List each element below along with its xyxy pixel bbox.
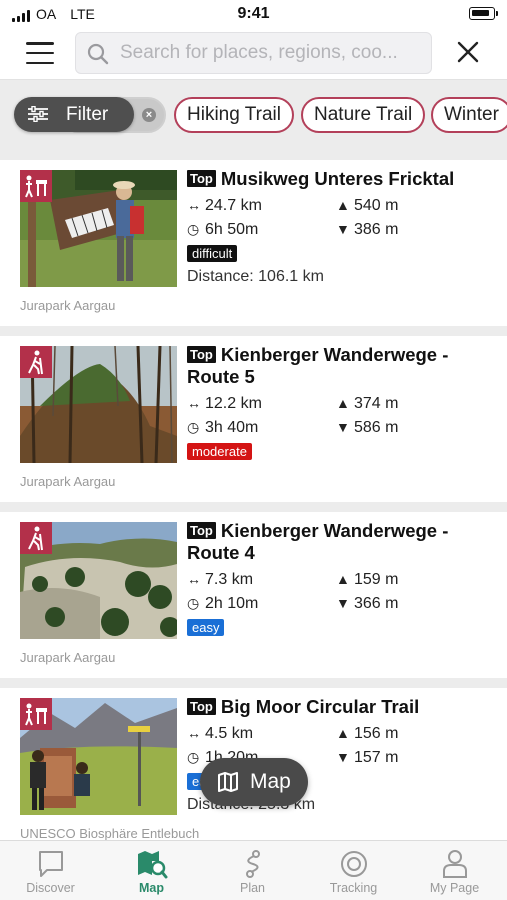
route-title: Top Kienberger Wanderwege - Route 4 xyxy=(187,520,449,563)
speech-bubble-icon xyxy=(38,851,63,877)
route-photo xyxy=(20,698,177,815)
distance-arrows-icon: ↔ xyxy=(187,197,201,213)
top-badge: Top xyxy=(187,522,216,539)
route-descent: ▼ 157 m xyxy=(336,749,399,766)
route-ascent: ▲ 540 m xyxy=(336,197,399,214)
descent-icon: ▼ xyxy=(336,749,350,765)
clock-icon: ◷ xyxy=(187,419,200,435)
route-card[interactable]: Jurapark Aargau Top Musikweg Unteres Fric… xyxy=(0,160,507,326)
route-region: UNESCO Biosphäre Entlebuch xyxy=(20,826,200,841)
route-duration: ◷ 3h 40m xyxy=(187,419,259,436)
route-distance: ↔ 12.2 km xyxy=(187,395,262,412)
tab-label: Tracking xyxy=(329,881,378,895)
chip-nature-trail[interactable]: Nature Trail xyxy=(301,97,426,133)
distance-from-here: Distance: 106.1 km xyxy=(187,268,324,285)
top-badge: Top xyxy=(187,170,216,187)
route-photo xyxy=(20,522,177,639)
filter-button-label: Filter xyxy=(66,104,109,125)
route-duration: ◷ 6h 50m xyxy=(187,221,259,238)
ascent-icon: ▲ xyxy=(336,197,350,213)
route-descent: ▼ 386 m xyxy=(336,221,399,238)
tab-label: Map xyxy=(139,881,164,895)
route-region: Jurapark Aargau xyxy=(20,650,116,665)
descent-icon: ▼ xyxy=(336,419,350,435)
tab-plan[interactable]: Plan xyxy=(202,841,303,900)
chip-winter[interactable]: Winter xyxy=(431,97,507,133)
tracking-target-icon xyxy=(340,851,367,877)
route-distance: ↔ 24.7 km xyxy=(187,197,262,214)
filter-button[interactable]: Filter xyxy=(14,97,134,132)
distance-arrows-icon: ↔ xyxy=(187,571,201,587)
hiker-icon xyxy=(20,522,52,554)
route-duration: ◷ 2h 10m xyxy=(187,595,259,612)
map-button-label: Map xyxy=(250,770,291,793)
search-input[interactable] xyxy=(120,33,425,73)
distance-arrows-icon: ↔ xyxy=(187,395,201,411)
route-title: Top Big Moor Circular Trail xyxy=(187,696,487,718)
top-badge: Top xyxy=(187,346,216,363)
battery-icon xyxy=(469,7,498,20)
sliders-icon xyxy=(28,106,48,122)
route-plan-icon xyxy=(245,850,260,878)
tab-tracking[interactable]: Tracking xyxy=(303,841,404,900)
difficulty-badge: moderate xyxy=(187,443,252,460)
route-ascent: ▲ 374 m xyxy=(336,395,399,412)
map-search-icon xyxy=(137,851,167,879)
search-box[interactable] xyxy=(75,32,432,74)
tab-label: Plan xyxy=(239,881,266,895)
tab-label: My Page xyxy=(429,881,480,895)
route-distance: ↔ 4.5 km xyxy=(187,725,254,742)
tab-my-page[interactable]: My Page xyxy=(404,841,505,900)
ascent-icon: ▲ xyxy=(336,725,350,741)
distance-arrows-icon: ↔ xyxy=(187,725,201,741)
route-ascent: ▲ 156 m xyxy=(336,725,399,742)
close-icon[interactable] xyxy=(456,40,480,64)
status-bar: OA LTE 9:41 xyxy=(0,0,507,30)
route-ascent: ▲ 159 m xyxy=(336,571,399,588)
route-region: Jurapark Aargau xyxy=(20,298,116,313)
ascent-icon: ▲ xyxy=(336,571,350,587)
difficulty-badge: easy xyxy=(187,619,225,636)
hiker-icon xyxy=(20,346,52,378)
clock-icon: ◷ xyxy=(187,749,200,765)
tab-map[interactable]: Map xyxy=(101,841,202,900)
search-icon xyxy=(87,43,109,65)
clock: 9:41 xyxy=(237,5,270,22)
map-button[interactable]: Map xyxy=(200,758,308,806)
clock-icon: ◷ xyxy=(187,595,200,611)
route-region: Jurapark Aargau xyxy=(20,474,116,489)
hiking-family-icon xyxy=(20,170,52,202)
chip-hiking-trail[interactable]: Hiking Trail xyxy=(174,97,294,133)
route-card[interactable]: Jurapark Aargau Top Kienberger Wanderwege… xyxy=(0,336,507,502)
descent-icon: ▼ xyxy=(336,221,350,237)
remove-chip-icon[interactable]: × xyxy=(142,108,156,122)
user-icon xyxy=(442,850,467,878)
route-title: Top Kienberger Wanderwege - Route 5 xyxy=(187,344,449,387)
bottom-tab-bar: Discover Map Plan Tracking My Page xyxy=(0,840,507,900)
clock-icon: ◷ xyxy=(187,221,200,237)
tab-label: Discover xyxy=(26,881,75,895)
route-photo xyxy=(20,346,177,463)
search-header xyxy=(0,30,507,80)
route-card[interactable]: Jurapark Aargau Top Kienberger Wanderwege… xyxy=(0,512,507,678)
ascent-icon: ▲ xyxy=(336,395,350,411)
menu-button[interactable] xyxy=(26,42,54,64)
route-title: Top Musikweg Unteres Fricktal xyxy=(187,168,487,190)
route-descent: ▼ 366 m xyxy=(336,595,399,612)
route-descent: ▼ 586 m xyxy=(336,419,399,436)
tab-discover[interactable]: Discover xyxy=(0,841,101,900)
top-badge: Top xyxy=(187,698,216,715)
difficulty-badge: difficult xyxy=(187,245,238,262)
descent-icon: ▼ xyxy=(336,595,350,611)
map-fold-icon xyxy=(218,772,238,792)
route-photo xyxy=(20,170,177,287)
hiking-family-icon xyxy=(20,698,52,730)
route-distance: ↔ 7.3 km xyxy=(187,571,254,588)
